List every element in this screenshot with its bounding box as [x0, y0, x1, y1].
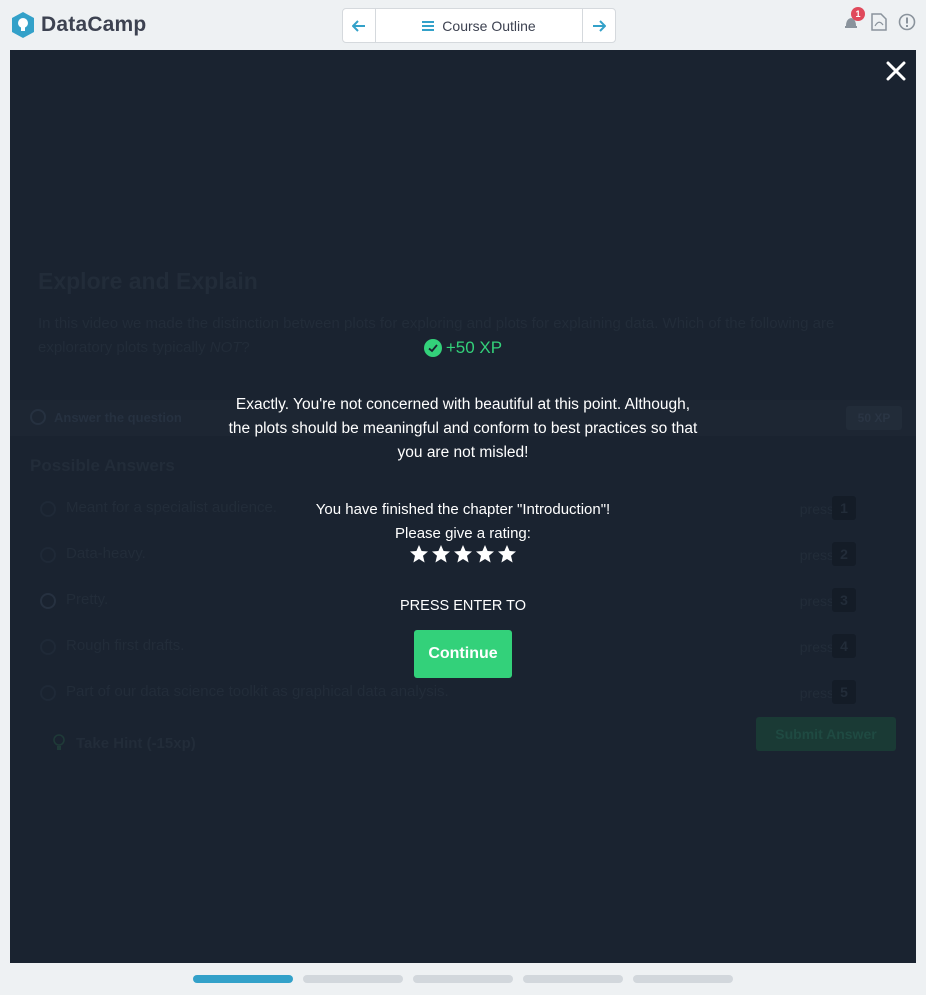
press-label: press	[799, 685, 834, 701]
continue-button[interactable]: Continue	[414, 630, 512, 678]
check-circle-icon	[30, 409, 46, 425]
possible-answers-heading: Possible Answers	[30, 456, 175, 475]
menu-icon	[422, 20, 435, 31]
logo-text: DataCamp	[41, 13, 147, 36]
exercise-panel: Explore and Explain In this video we mad…	[10, 50, 916, 963]
exercise-title: Explore and Explain	[38, 268, 258, 294]
star-icon[interactable]	[431, 544, 451, 564]
chapter-finished: You have finished the chapter "Introduct…	[10, 498, 916, 546]
header-actions: 1	[842, 7, 916, 31]
star-icon[interactable]	[497, 544, 517, 564]
arrow-left-icon	[352, 19, 365, 32]
lightbulb-icon	[53, 734, 65, 750]
progress-segment[interactable]	[193, 975, 293, 983]
submit-answer-button[interactable]: Submit Answer	[756, 717, 896, 751]
star-icon[interactable]	[475, 544, 495, 564]
keyboard-key: 4	[832, 634, 856, 658]
xp-badge: 50 XP	[846, 406, 902, 430]
report-issue-button[interactable]	[898, 13, 916, 31]
instructions-label: Answer the question	[54, 410, 182, 425]
answer-option[interactable]: Part of our data science toolkit as grap…	[40, 679, 886, 707]
alert-icon	[898, 13, 916, 31]
take-hint-button[interactable]: Take Hint (-15xp)	[52, 734, 196, 752]
take-hint-label: Take Hint (-15xp)	[76, 734, 196, 752]
course-navigation: Course Outline	[342, 8, 616, 43]
pdf-icon	[871, 13, 887, 31]
notifications-button[interactable]: 1	[842, 7, 865, 31]
notification-count-badge: 1	[851, 7, 865, 21]
next-exercise-button[interactable]	[582, 9, 615, 42]
arrow-right-icon	[593, 19, 606, 32]
datacamp-logo[interactable]: DataCamp	[10, 11, 146, 39]
xp-earned: +50 XP	[10, 338, 916, 358]
datacamp-logo-icon	[12, 12, 34, 38]
course-outline-button[interactable]: Course Outline	[376, 9, 582, 42]
press-enter-label: PRESS ENTER TO	[400, 598, 526, 614]
chapter-finished-text: You have finished the chapter "Introduct…	[315, 501, 611, 518]
xp-earned-text: +50 XP	[445, 338, 503, 357]
progress-segment[interactable]	[303, 975, 403, 983]
close-icon	[886, 61, 906, 81]
rating-prompt: Please give a rating:	[395, 525, 531, 542]
progress-segment[interactable]	[633, 975, 733, 983]
previous-exercise-button[interactable]	[343, 9, 376, 42]
feedback-message: Exactly. You're not concerned with beaut…	[228, 396, 698, 461]
progress-segment[interactable]	[413, 975, 513, 983]
close-button[interactable]	[885, 60, 907, 82]
rating-stars	[10, 544, 916, 564]
answer-text: Part of our data science toolkit as grap…	[66, 683, 449, 700]
progress-segment[interactable]	[523, 975, 623, 983]
keyboard-key: 5	[832, 680, 856, 704]
radio-button[interactable]	[40, 685, 56, 701]
slides-pdf-button[interactable]	[870, 13, 888, 31]
course-outline-label: Course Outline	[442, 17, 536, 34]
top-bar: DataCamp Course Outline 1	[0, 0, 926, 50]
press-label: press	[799, 639, 834, 655]
check-circle-icon	[423, 339, 442, 357]
course-progress	[193, 975, 733, 983]
radio-button[interactable]	[40, 639, 56, 655]
star-icon[interactable]	[453, 544, 473, 564]
star-icon[interactable]	[409, 544, 429, 564]
answer-text: Rough first drafts.	[66, 637, 185, 654]
